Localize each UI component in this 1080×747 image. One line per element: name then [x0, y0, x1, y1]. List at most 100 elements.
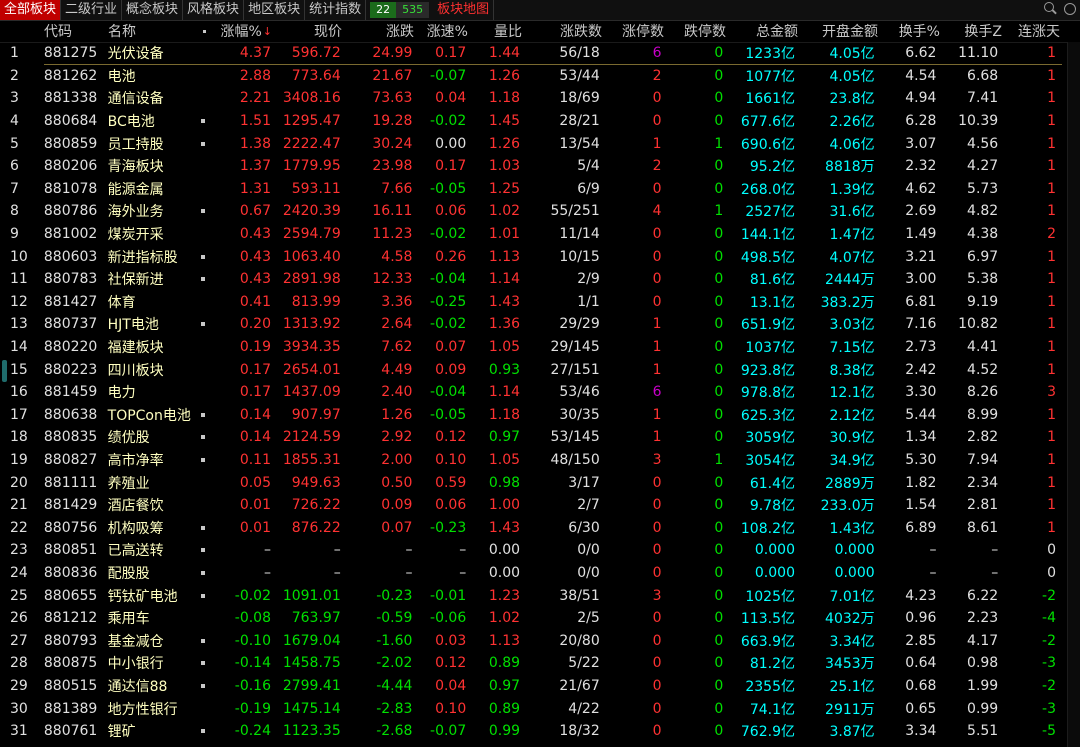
cell-name: 通信设备: [107, 91, 164, 108]
cell-turn: 1.82: [905, 474, 937, 491]
cell-dot: [195, 358, 211, 381]
col-header-lu[interactable]: 涨停数: [602, 20, 664, 42]
table-row[interactable]: 17 880638 TOPCon电池 0.14 907.97 1.26 -0.05 1.18 3…: [0, 404, 1066, 427]
table-row[interactable]: 14 880220 福建板块 0.19 3934.35 7.62 0.07 1.05 29/14…: [0, 336, 1066, 359]
table-row[interactable]: 24 880836 配股股 – – – – 0.00 0/0 0 0 0.000 0.000 – – 0: [0, 562, 1066, 585]
zoom-icon[interactable]: [1062, 1, 1076, 15]
col-header-ud[interactable]: 涨跌数: [522, 20, 602, 42]
col-header-spd[interactable]: 涨速%: [414, 20, 468, 42]
table-row[interactable]: 27 880793 基金减仓 -0.10 1679.04 -1.60 0.03 1.13 20/…: [0, 630, 1066, 653]
table-row[interactable]: 29 880515 通达信88 -0.16 2799.41 -4.44 0.04 0.97 21…: [0, 675, 1066, 698]
table-row[interactable]: 21 881429 酒店餐饮 0.01 726.22 0.09 0.06 1.00 2/7 0 0 9…: [0, 494, 1066, 517]
col-header-turn[interactable]: 换手%: [878, 20, 940, 42]
table-row[interactable]: 18 880835 绩优股 0.14 2124.59 2.92 0.12 0.97 53/145…: [0, 426, 1066, 449]
table-row[interactable]: 28 880875 中小银行 -0.14 1458.75 -2.02 0.12 0.89 5/2…: [0, 652, 1066, 675]
cell-i: 22: [10, 519, 28, 536]
table-row[interactable]: 23 880851 已高送转 – – – – 0.00 0/0 0 0 0.000 0.000 – – 0: [0, 539, 1066, 562]
table-row[interactable]: 3 881338 通信设备 2.21 3408.16 73.63 0.04 1.18 18/69…: [0, 87, 1066, 110]
table-row[interactable]: 30 881389 地方性银行 -0.19 1475.14 -2.83 0.10 0.89 4/…: [0, 697, 1066, 720]
col-header-code[interactable]: 代码: [44, 20, 104, 42]
col-header-label: 名称: [108, 24, 136, 40]
vertical-scrollbar[interactable]: [1067, 42, 1080, 747]
cell-pct: 2.88: [239, 67, 271, 84]
table-row[interactable]: 6 880206 青海板块 1.37 1779.95 23.98 0.17 1.03 5/4 2 0…: [0, 155, 1066, 178]
table-row[interactable]: 20 881111 养殖业 0.05 949.63 0.50 0.59 0.98 3/17 0 0 6…: [0, 471, 1066, 494]
table-row[interactable]: 13 880737 HJT电池 0.20 1313.92 2.64 -0.02 1.36 29/…: [0, 313, 1066, 336]
cell-chg: 4.58: [381, 248, 413, 265]
cell-dot: [195, 65, 211, 88]
col-header-price[interactable]: 现价: [272, 20, 342, 42]
cell-dot: [195, 223, 211, 246]
col-header-vol[interactable]: 量比: [468, 20, 522, 42]
cell-ld: 0: [714, 587, 724, 604]
tab-sector-map[interactable]: 板块地图: [433, 0, 495, 20]
cell-turn: 3.21: [905, 248, 937, 265]
search-icon[interactable]: [1043, 1, 1057, 15]
cell-lu: 2: [652, 67, 662, 84]
table-row[interactable]: 10 880603 新进指标股 0.43 1063.40 4.58 0.26 1.13 10/1…: [0, 245, 1066, 268]
cell-vol: 1.02: [488, 203, 521, 220]
cell-price: 949.63: [291, 474, 341, 491]
cell-chg: 4.49: [381, 361, 413, 378]
tab-3[interactable]: 风格板块: [183, 0, 245, 20]
cell-turnz: 6.97: [967, 248, 999, 265]
table-row[interactable]: 5 880859 员工持股 1.38 2222.47 30.24 0.00 1.26 13/54…: [0, 132, 1066, 155]
cell-chg: –: [405, 565, 413, 582]
table-row[interactable]: 25 880655 钙钛矿电池 -0.02 1091.01 -0.23 -0.01 1.23 3…: [0, 584, 1066, 607]
tab-5[interactable]: 统计指数: [305, 0, 367, 20]
tab-2[interactable]: 概念板块: [122, 0, 184, 20]
col-header-turnz[interactable]: 换手Z: [940, 20, 1002, 42]
table-row[interactable]: 9 881002 煤炭开采 0.43 2594.79 11.23 -0.02 1.01 11/1…: [0, 223, 1066, 246]
table-row[interactable]: 16 881459 电力 0.17 1437.09 2.40 -0.04 1.14 53/46 6…: [0, 381, 1066, 404]
table-row[interactable]: 1 881275 光伏设备 4.37 596.72 24.99 0.17 1.44 56/18 6…: [0, 42, 1066, 65]
tab-1[interactable]: 二级行业: [61, 0, 123, 20]
marker-square-icon: [201, 525, 206, 530]
col-header-open[interactable]: 开盘金额: [798, 20, 878, 42]
cell-vol: 1.13: [488, 248, 521, 265]
cell-turnz: 0.99: [967, 700, 999, 717]
cell-name: 机构吸筹: [107, 520, 164, 537]
cell-vol: 1.18: [488, 90, 521, 107]
cell-ud: 20/80: [559, 632, 600, 649]
table-row[interactable]: 19 880827 高市净率 0.11 1855.31 2.00 0.10 1.05 48/15…: [0, 449, 1066, 472]
table-row[interactable]: 7 881078 能源金属 1.31 593.11 7.66 -0.05 1.25 6/9 0 0 2…: [0, 178, 1066, 201]
col-header-dot[interactable]: [196, 20, 212, 42]
col-header-pct[interactable]: 涨幅% ↓: [212, 20, 272, 42]
cell-lu: 0: [652, 700, 662, 717]
col-header-chg[interactable]: 涨跌: [342, 20, 414, 42]
tab-4[interactable]: 地区板块: [244, 0, 306, 20]
cell-turn: 3.34: [905, 723, 937, 740]
table-row[interactable]: 11 880783 社保新进 0.43 2891.98 12.33 -0.04 1.14 2/9…: [0, 268, 1066, 291]
table-row[interactable]: 8 880786 海外业务 0.67 2420.39 16.11 0.06 1.02 55/25…: [0, 200, 1066, 223]
cell-dot: [195, 426, 211, 449]
table-row[interactable]: 4 880684 BC电池 1.51 1295.47 19.28 -0.02 1.45 28/2…: [0, 110, 1066, 133]
cell-open: 34.9亿: [829, 453, 875, 470]
col-header-days[interactable]: 连涨天: [1002, 20, 1070, 42]
cell-name: 基金减仓: [107, 633, 164, 650]
col-header-ld[interactable]: 跌停数: [664, 20, 726, 42]
cell-name: 光伏设备: [107, 46, 164, 63]
cell-pct: -0.14: [234, 655, 271, 672]
cell-amt: 2355亿: [745, 679, 795, 696]
table-row[interactable]: 12 881427 体育 0.41 813.99 3.36 -0.25 1.43 1/1 0 0 13…: [0, 291, 1066, 314]
table-row[interactable]: 26 881212 乘用车 -0.08 763.97 -0.59 -0.06 1.02 2/5 0…: [0, 607, 1066, 630]
table-row[interactable]: 22 880756 机构吸筹 0.01 876.22 0.07 -0.23 1.43 6/30 0…: [0, 517, 1066, 540]
cell-lu: 6: [652, 45, 662, 62]
col-header-name[interactable]: 名称: [104, 20, 196, 42]
cell-vol: 1.05: [488, 452, 521, 469]
cell-ud: 5/22: [568, 655, 600, 672]
col-header-amt[interactable]: 总金额: [726, 20, 798, 42]
cell-ud: 53/46: [559, 384, 600, 401]
cell-vol: 1.01: [488, 226, 521, 243]
cell-dot: [195, 539, 211, 562]
table-row[interactable]: 15 880223 四川板块 0.17 2654.01 4.49 0.09 0.93 27/15…: [0, 358, 1066, 381]
table-row[interactable]: 2 881262 电池 2.88 773.64 21.67 -0.07 1.26 53/44 2 0…: [0, 65, 1066, 88]
cell-open: 2444万: [825, 272, 875, 289]
cell-amt: 9.78亿: [749, 498, 795, 515]
tab-0[interactable]: 全部板块: [0, 0, 62, 20]
cell-turnz: 2.82: [967, 429, 999, 446]
cell-amt: 978.8亿: [740, 385, 795, 402]
cell-price: 1063.40: [282, 248, 341, 265]
cell-turn: 4.54: [905, 67, 937, 84]
table-row[interactable]: 31 880761 锂矿 -0.24 1123.35 -2.68 -0.07 0.99 18/3…: [0, 720, 1066, 743]
